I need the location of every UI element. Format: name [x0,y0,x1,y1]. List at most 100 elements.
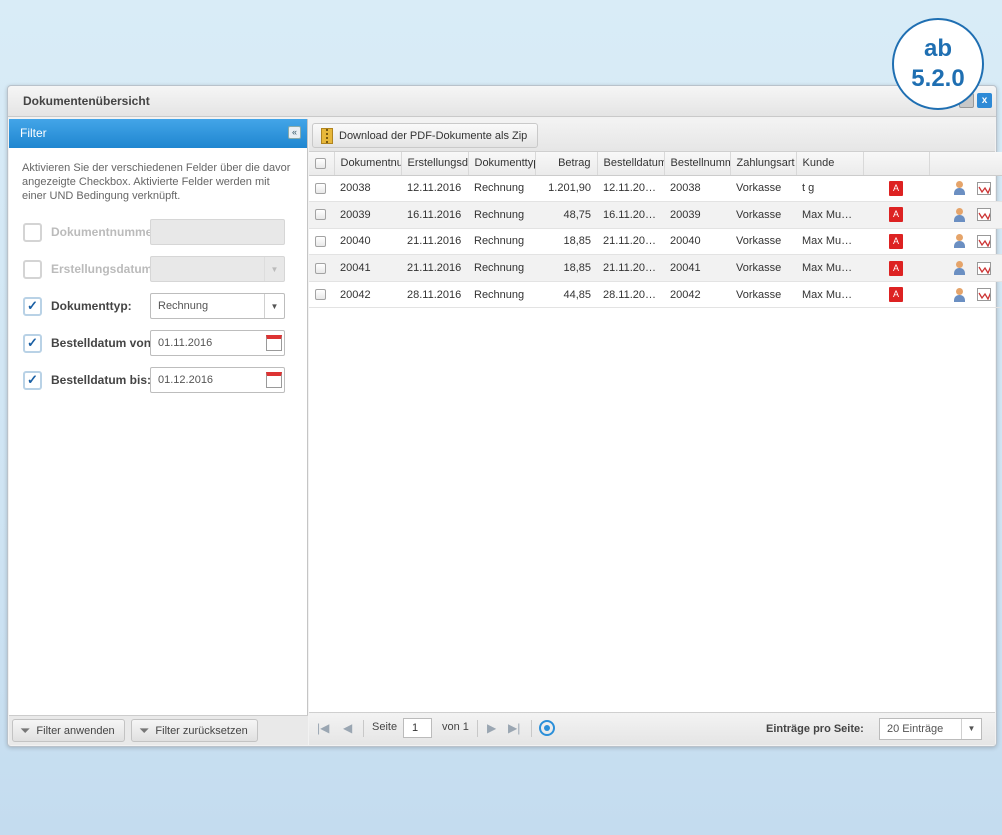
pdf-icon[interactable]: A [889,233,903,249]
chevron-down-icon: ▼ [264,294,284,318]
zip-icon [321,127,333,144]
column-header[interactable]: Bestelldatum [597,152,665,176]
next-page-button[interactable]: ▶ [487,721,496,735]
customer-icon[interactable] [953,261,967,276]
pdf-cell: A [863,201,929,229]
first-page-button[interactable]: |◀ [317,721,329,735]
row-select-cell[interactable] [309,281,334,309]
dokumentnummer-input[interactable] [150,219,285,245]
apply-filter-button[interactable]: ⏷ Filter anwenden [12,719,125,742]
row-select-cell[interactable] [309,228,334,256]
chart-icon[interactable] [977,288,991,302]
document-grid-panel: Download der PDF-Dokumente als Zip Dokum… [309,119,1002,745]
per-page-label: Einträge pro Seite: [766,723,864,735]
dokumentnummer-checkbox[interactable] [23,222,42,242]
table-row[interactable]: 20038 12.11.2016 Rechnung 1.201,90 12.11.20…… [309,175,1002,203]
per-page-select[interactable]: 20 Einträge ▼ [879,718,982,740]
chart-icon[interactable] [977,234,991,248]
row-select-cell[interactable] [309,254,334,282]
table-cell: 20039 [664,201,730,229]
bestelldatum-von-input[interactable]: 01.11.2016 [150,330,285,356]
column-header[interactable]: Bestellnumm [664,152,731,176]
action-cell [929,254,1002,282]
bestelldatum-bis-input[interactable]: 01.12.2016 [150,367,285,393]
bestelldatum-von-checkbox[interactable]: ✓ [23,333,42,353]
page-number-input[interactable]: 1 [403,718,432,738]
per-page-value: 20 Einträge [887,723,944,735]
chart-icon[interactable] [977,208,991,222]
row-select-cell[interactable] [309,175,334,203]
prev-page-button[interactable]: ◀ [343,721,352,735]
collapse-panel-button[interactable]: « [288,126,301,139]
bestelldatum-bis-label: Bestelldatum bis: [51,373,150,387]
column-header[interactable]: Kunde [796,152,864,176]
column-header[interactable]: Dokumenttyp [468,152,536,176]
chart-icon[interactable] [977,261,991,275]
table-cell: Rechnung [468,228,535,256]
erstellungsdatum-select[interactable]: ▼ [150,256,285,282]
table-cell: 21.11.20… [597,254,664,282]
dokumenttyp-checkbox[interactable]: ✓ [23,296,42,316]
row-checkbox[interactable] [315,182,326,194]
chart-icon[interactable] [977,181,991,195]
table-cell: 21.11.2016 [401,254,468,282]
funnel-icon: ⏷ [20,722,31,738]
erstellungsdatum-checkbox[interactable] [23,259,42,279]
refresh-icon[interactable] [539,720,555,736]
customer-icon[interactable] [953,234,967,249]
action-cell [929,175,1002,203]
row-checkbox[interactable] [315,262,326,274]
table-row[interactable]: 20042 28.11.2016 Rechnung 44,85 28.11.20… 200… [309,281,1002,309]
filter-row-bestelldatum-bis: ✓ Bestelldatum bis: 01.12.2016 [23,367,285,393]
pager-separator [531,720,532,737]
action-column-header [929,152,1002,176]
row-select-cell[interactable] [309,201,334,229]
select-all-header[interactable] [309,152,335,176]
row-checkbox[interactable] [315,236,326,248]
column-header[interactable]: Erstellungsd [401,152,469,176]
column-header[interactable]: Zahlungsart [730,152,797,176]
customer-icon[interactable] [953,287,967,302]
column-header[interactable]: Betrag [535,152,598,176]
download-zip-button[interactable]: Download der PDF-Dokumente als Zip [312,123,539,148]
reset-filter-button[interactable]: ⏷ Filter zurücksetzen [131,719,258,742]
table-cell: Max Mus… [796,201,863,229]
apply-filter-label: Filter anwenden [36,724,115,737]
column-header[interactable]: Dokumentnu [334,152,402,176]
calendar-icon[interactable] [266,372,282,388]
close-button[interactable]: x [977,93,992,108]
table-cell: t g [796,175,863,203]
pdf-icon[interactable]: A [889,260,903,276]
dokumenttyp-select[interactable]: Rechnung ▼ [150,293,285,319]
filter-row-dokumenttyp: ✓ Dokumenttyp: Rechnung ▼ [23,293,285,319]
customer-icon[interactable] [953,207,967,222]
bestelldatum-bis-checkbox[interactable]: ✓ [23,370,42,390]
customer-icon[interactable] [953,181,967,196]
table-row[interactable]: 20041 21.11.2016 Rechnung 18,85 21.11.20… 200… [309,254,1002,282]
pdf-icon[interactable]: A [889,207,903,223]
select-all-checkbox[interactable] [315,157,326,169]
table-cell: Rechnung [468,254,535,282]
table-cell: 44,85 [535,281,597,309]
pdf-cell: A [863,254,929,282]
action-cell [929,201,1002,229]
table-cell: Vorkasse [730,254,796,282]
table-cell: 20038 [334,175,401,203]
table-cell: Max Mus… [796,228,863,256]
calendar-icon[interactable] [266,335,282,351]
table-row[interactable]: 20040 21.11.2016 Rechnung 18,85 21.11.20… 200… [309,228,1002,256]
pdf-icon[interactable]: A [889,287,903,303]
window-titlebar: Dokumentenübersicht x [8,86,996,117]
table-cell: 20041 [334,254,401,282]
table-cell: Vorkasse [730,201,796,229]
row-checkbox[interactable] [315,289,326,301]
last-page-button[interactable]: ▶| [508,721,520,735]
chevron-down-icon: ▼ [264,257,284,281]
table-header-row: Dokumentnu Erstellungsd Dokumenttyp Betr… [309,152,1002,176]
row-checkbox[interactable] [315,209,326,221]
funnel-remove-icon: ⏷ [139,722,150,738]
table-row[interactable]: 20039 16.11.2016 Rechnung 48,75 16.11.20… 200… [309,201,1002,229]
pdf-icon[interactable]: A [889,180,903,196]
dokumentnummer-label: Dokumentnummer [51,225,150,239]
table-cell: 20041 [664,254,730,282]
